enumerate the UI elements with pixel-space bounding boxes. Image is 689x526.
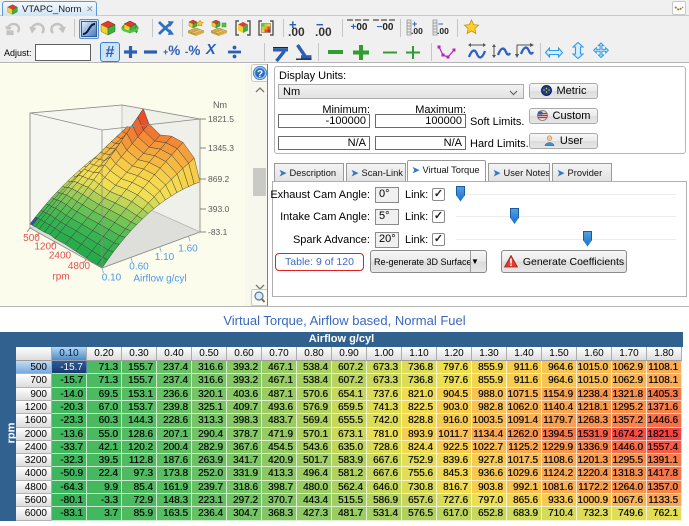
svg-text:4800: 4800 <box>68 261 91 272</box>
svg-text:0.60: 0.60 <box>129 262 149 273</box>
svg-text:1821.5: 1821.5 <box>208 114 234 124</box>
svg-text:rpm: rpm <box>52 272 69 283</box>
svg-text:?: ? <box>257 69 263 80</box>
svg-text:Nm: Nm <box>213 100 227 110</box>
svg-text:1.60: 1.60 <box>178 244 198 255</box>
svg-text:Airflow g/cyl: Airflow g/cyl <box>133 274 186 285</box>
svg-text:1345.3: 1345.3 <box>208 143 234 153</box>
svg-text:1.10: 1.10 <box>155 252 175 263</box>
svg-text:.00: .00 <box>437 26 449 36</box>
svg-text:0.10: 0.10 <box>102 273 122 284</box>
svg-text:-83.1: -83.1 <box>208 227 228 237</box>
svg-text:2400: 2400 <box>49 251 72 262</box>
svg-text:.00: .00 <box>411 26 423 36</box>
svg-text:393.0: 393.0 <box>208 204 230 214</box>
svg-text:869.2: 869.2 <box>208 174 230 184</box>
